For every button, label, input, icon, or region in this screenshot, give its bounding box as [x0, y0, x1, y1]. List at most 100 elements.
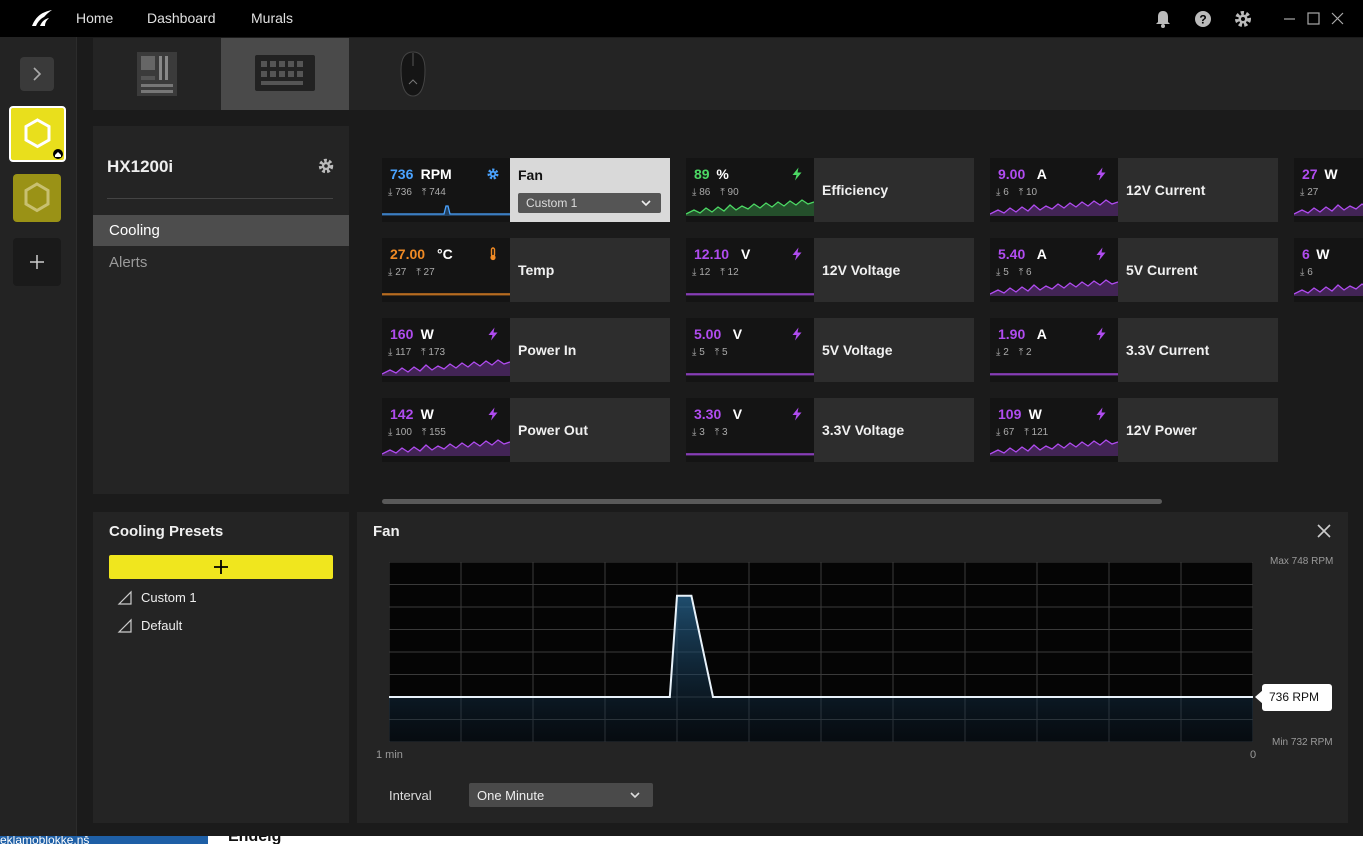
chevron-right-icon	[33, 67, 42, 81]
preset-item-custom-1[interactable]: Custom 1	[115, 587, 333, 609]
gear-icon	[487, 168, 499, 180]
title-bar: Home Dashboard Murals ?	[0, 0, 1363, 37]
sensor-tile[interactable]: 9.00 A ⤓ 6 ⤒ 10 12V Current	[990, 158, 1278, 222]
sensor-unit: W	[420, 326, 434, 342]
bolt-icon	[1096, 247, 1106, 261]
bell-icon[interactable]	[1153, 9, 1173, 29]
fan-panel-title: Fan	[373, 523, 400, 540]
divider	[107, 198, 333, 199]
minimize-icon[interactable]	[1280, 9, 1300, 29]
sensor-unit: V	[732, 406, 743, 422]
sensor-tile[interactable]: 6 W ⤓ 6	[1294, 238, 1363, 302]
sensor-graph: 1.90 A ⤓ 2 ⤒ 2	[990, 318, 1118, 382]
psu-icon	[255, 55, 315, 91]
sensor-tile[interactable]: 5.00 V ⤓ 5 ⤒ 5 5V Voltage	[686, 318, 974, 382]
sensor-label: 12V Power	[1126, 422, 1197, 438]
menu-item-label: Alerts	[109, 254, 148, 271]
close-window-icon[interactable]	[1328, 9, 1348, 29]
sensor-tile[interactable]: 736 RPM ⤓ 736 ⤒ 744 Fan Custom 1	[382, 158, 670, 222]
sensor-tiles-area: 736 RPM ⤓ 736 ⤒ 744 Fan Custom 1 27.00 °C ⤓ 27 ⤒ …	[365, 126, 1363, 506]
sensor-graph: 109 W ⤓ 67 ⤒ 121	[990, 398, 1118, 462]
sparkline	[1294, 283, 1363, 296]
interval-select[interactable]: One Minute	[469, 783, 653, 807]
fan-preset-dropdown[interactable]: Custom 1	[518, 193, 661, 213]
maximize-icon[interactable]	[1304, 9, 1324, 29]
sensor-tile[interactable]: 12.10 V ⤓ 12 ⤒ 12 12V Voltage	[686, 238, 974, 302]
device-tab-psu[interactable]	[221, 38, 349, 110]
nav-dashboard[interactable]: Dashboard	[147, 10, 216, 26]
chevron-down-icon	[641, 200, 651, 207]
svg-text:?: ?	[1199, 13, 1206, 27]
horizontal-scrollbar[interactable]	[382, 499, 1162, 504]
device-home-button[interactable]	[9, 106, 66, 162]
sensor-label: 3.3V Current	[1126, 342, 1210, 358]
nav-home[interactable]: Home	[76, 10, 113, 26]
sensor-label: Fan	[518, 167, 543, 183]
add-preset-button[interactable]	[109, 555, 333, 579]
sensor-value: 89	[694, 166, 710, 182]
sensor-tile[interactable]: 1.90 A ⤓ 2 ⤒ 2 3.3V Current	[990, 318, 1278, 382]
curve-icon	[117, 618, 132, 633]
sparkline	[382, 293, 510, 296]
interval-label: Interval	[389, 788, 432, 803]
sensor-tile[interactable]: 27 W ⤓ 27	[1294, 158, 1363, 222]
sensor-label: Power Out	[518, 422, 589, 438]
bolt-icon	[1096, 407, 1106, 421]
device-tab-motherboard[interactable]	[93, 38, 221, 110]
preset-label: Default	[141, 618, 183, 633]
sensor-graph: 9.00 A ⤓ 6 ⤒ 10	[990, 158, 1118, 222]
chart-min-label: Min 732 RPM	[1272, 737, 1333, 748]
sensor-value: 3.30	[694, 406, 722, 422]
sparkline	[686, 199, 814, 216]
add-device-button[interactable]	[13, 238, 61, 286]
sensor-label: 5V Current	[1126, 262, 1198, 278]
chevron-down-icon	[630, 792, 640, 799]
fan-detail-panel: Fan Max 748 RPM Min 732 RPM 736 RPM 1 mi…	[357, 512, 1348, 823]
nav-murals[interactable]: Murals	[251, 10, 293, 26]
sensor-label: 5V Voltage	[822, 342, 893, 358]
bolt-icon	[488, 407, 498, 421]
sensor-tile[interactable]: 27.00 °C ⤓ 27 ⤒ 27 Temp	[382, 238, 670, 302]
sparkline	[686, 293, 814, 296]
expand-rail-button[interactable]	[20, 57, 54, 91]
sparkline	[382, 359, 510, 376]
sensor-graph: 160 W ⤓ 117 ⤒ 173	[382, 318, 510, 382]
sparkline	[990, 373, 1118, 376]
sensor-graph: 3.30 V ⤓ 3 ⤒ 3	[686, 398, 814, 462]
chart-x-end-label: 0	[1250, 749, 1257, 761]
corsair-logo	[32, 10, 52, 26]
help-icon[interactable]: ?	[1193, 9, 1213, 29]
hexagon-icon	[24, 118, 63, 159]
sensor-graph: 736 RPM ⤓ 736 ⤒ 744	[382, 158, 510, 222]
menu-item-cooling[interactable]: Cooling	[93, 215, 349, 246]
sensor-unit: A	[1036, 246, 1047, 262]
device-panel: HX1200i Cooling Alerts	[93, 126, 349, 494]
preset-label: Custom 1	[141, 590, 197, 605]
settings-gear-icon[interactable]	[1233, 9, 1253, 29]
menu-item-alerts[interactable]: Alerts	[93, 247, 349, 278]
sensor-graph: 142 W ⤓ 100 ⤒ 155	[382, 398, 510, 462]
device-tab-mouse[interactable]	[349, 38, 477, 110]
sensor-graph: 5.00 V ⤓ 5 ⤒ 5	[686, 318, 814, 382]
sensor-unit: W	[420, 406, 434, 422]
device-settings-gear-icon[interactable]	[317, 157, 335, 175]
sensor-tile[interactable]: 142 W ⤓ 100 ⤒ 155 Power Out	[382, 398, 670, 462]
sensor-tile[interactable]: 5.40 A ⤓ 5 ⤒ 6 5V Current	[990, 238, 1278, 302]
sensor-tile[interactable]: 89% ⤓ 86 ⤒ 90 Efficiency	[686, 158, 974, 222]
sensor-label: Power In	[518, 342, 577, 358]
sensor-unit: W	[1028, 406, 1042, 422]
sensor-label: Temp	[518, 262, 555, 278]
sensor-tile[interactable]: 3.30 V ⤓ 3 ⤒ 3 3.3V Voltage	[686, 398, 974, 462]
interval-value: One Minute	[477, 788, 545, 803]
sensor-tile[interactable]: 160 W ⤓ 117 ⤒ 173 Power In	[382, 318, 670, 382]
sparkline	[990, 439, 1118, 456]
sensor-tile[interactable]: 109 W ⤓ 67 ⤒ 121 12V Power	[990, 398, 1278, 462]
close-panel-icon[interactable]	[1316, 523, 1332, 539]
sensor-unit: W	[1324, 166, 1338, 182]
sensor-unit: V	[732, 326, 743, 342]
sensor-label: 12V Voltage	[822, 262, 901, 278]
bolt-icon	[1096, 327, 1106, 341]
device-button-2[interactable]	[13, 174, 61, 222]
sensor-value: 5.40	[998, 246, 1026, 262]
preset-item-default[interactable]: Default	[115, 615, 333, 637]
